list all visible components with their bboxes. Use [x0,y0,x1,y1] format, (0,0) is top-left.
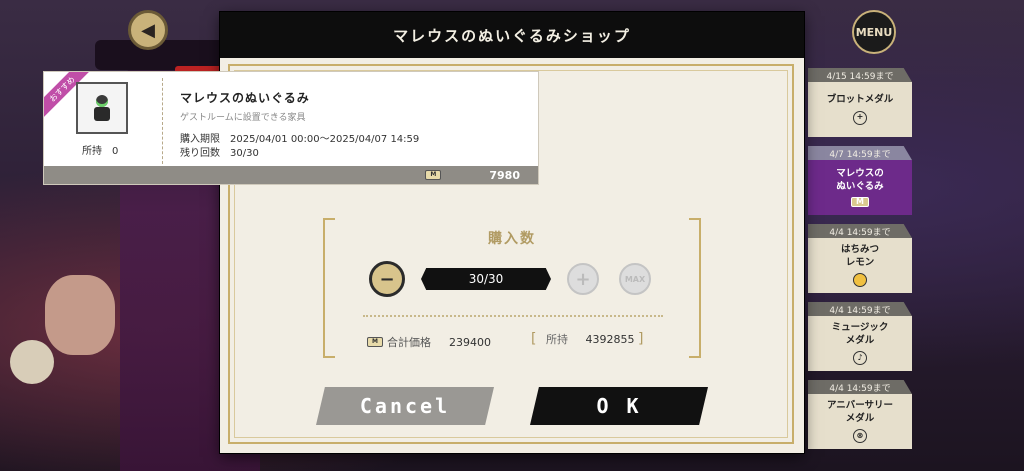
menu-label: MENU [855,25,893,39]
tribal-mask-decoration [45,275,115,355]
quantity-title: 購入数 [488,231,536,247]
shop-tab-list: 4/15 14:59まで ブロットメダル + 4/7 14:59まで マレウスの… [808,68,912,458]
side-tab-label: マレウスの [836,168,884,180]
item-card: おすすめ 所持 0 マレウスのぬいぐるみ ゲストルームに設置できる家具 購入期限 2… [43,71,539,185]
bracket-open: [ [531,331,537,347]
owned-currency: [ 所持 4392855 ] [531,331,643,347]
side-tab-anniversary-medal[interactable]: 4/4 14:59まで アニバーサリー メダル ⊗ [808,380,912,452]
dialog-header: マレウスのぬいぐるみショップ [220,12,804,58]
side-tab-deadline: 4/4 14:59まで [808,302,912,316]
remaining-value: 30/30 [230,148,259,159]
malleus-plush-icon [92,95,112,121]
item-price: 7980 [489,168,520,182]
owned-currency-label: 所持 [545,333,568,346]
ok-label: O K [596,394,642,418]
increase-quantity-button[interactable]: + [567,263,599,295]
bracket-close: ] [637,331,644,347]
card-divider [162,78,163,164]
chevron-left-icon: ◀ [141,19,155,41]
item-name: マレウスのぬいぐるみ [180,91,310,105]
remaining-label: 残り回数 [180,148,220,159]
side-tab-deadline: 4/4 14:59まで [808,224,912,238]
ok-button[interactable]: O K [530,387,708,425]
side-tab-deadline: 4/4 14:59まで [808,380,912,394]
max-quantity-button[interactable]: MAX [619,263,651,295]
price-bar: M 7980 [44,166,538,184]
back-button[interactable]: ◀ [128,10,168,50]
honey-lemon-icon [853,272,867,287]
item-owned-count: 所持 0 [82,142,128,157]
madol-coin-icon: M [425,170,442,180]
side-tab-label-line2: メダル [845,412,875,424]
cancel-button[interactable]: Cancel [316,387,494,425]
side-tab-label: ブロットメダル [826,94,894,106]
side-tab-music-medal[interactable]: 4/4 14:59まで ミュージック メダル ♪ [808,302,912,374]
side-tab-label: はちみつ [840,244,879,256]
anniversary-medal-icon: ⊗ [853,428,867,443]
skull-decoration [10,340,54,384]
side-tab-label: ミュージック [831,322,889,334]
purchase-quantity-panel: 購入数 − 30/30 + MAX M 合計価格 239400 [ 所持 439… [323,218,701,358]
side-tab-label-line2: ぬいぐるみ [836,180,884,192]
menu-button[interactable]: MENU [852,10,896,54]
madol-coin-icon: M [851,197,869,207]
madol-coin-icon: M [367,337,383,347]
side-tab-blot-medal[interactable]: 4/15 14:59まで ブロットメダル + [808,68,912,140]
music-medal-icon: ♪ [853,350,867,365]
max-label: MAX [624,274,646,284]
cancel-label: Cancel [359,394,451,418]
period-label: 購入期限 [180,134,220,145]
side-tab-label-line2: レモン [845,256,875,268]
dialog-title: マレウスのぬいぐるみショップ [393,26,631,45]
side-tab-honey-lemon[interactable]: 4/4 14:59まで はちみつ レモン [808,224,912,296]
side-tab-deadline: 4/7 14:59まで [808,146,912,160]
owned-currency-value: 4392855 [585,333,635,346]
side-tab-label-line2: メダル [845,334,875,346]
purchase-period: 購入期限 2025/04/01 00:00～2025/04/07 14:59 [180,130,419,145]
side-tab-malleus-plush[interactable]: 4/7 14:59まで マレウスの ぬいぐるみ M [808,146,912,218]
blot-medal-icon: + [853,110,867,125]
side-tab-label: アニバーサリー [826,400,894,412]
quantity-display: 30/30 [421,268,551,290]
owned-value: 0 [112,146,119,157]
total-price-label: 合計価格 [387,336,431,349]
side-tab-deadline: 4/15 14:59まで [808,68,912,82]
remaining-count: 残り回数 30/30 [180,144,259,159]
item-description: ゲストルームに設置できる家具 [180,113,306,123]
total-price-value: 239400 [449,335,491,349]
decrease-quantity-button[interactable]: − [369,261,405,297]
owned-label: 所持 [82,146,102,157]
item-thumbnail [76,82,128,134]
dotted-divider [363,315,663,317]
plus-icon: + [575,268,591,290]
minus-icon: − [379,268,395,290]
total-price-row: M 合計価格 239400 [367,334,491,350]
